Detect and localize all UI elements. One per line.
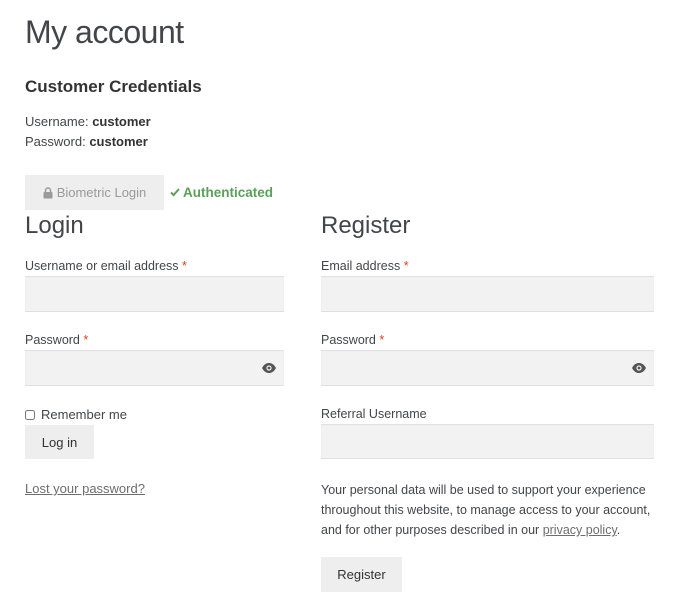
credentials-username-label: Username: <box>25 114 89 129</box>
credentials-password-label: Password: <box>25 134 86 149</box>
login-password-label: Password * <box>25 333 89 347</box>
credentials-username: Username: customer <box>25 114 151 129</box>
credentials-heading: Customer Credentials <box>25 77 202 96</box>
lost-password-link[interactable]: Lost your password? <box>25 481 145 496</box>
required-marker: * <box>403 259 409 273</box>
check-icon <box>170 185 180 200</box>
register-button[interactable]: Register <box>321 557 402 592</box>
authenticated-status-text: Authenticated <box>183 185 274 200</box>
login-button[interactable]: Log in <box>25 425 94 459</box>
biometric-login-label: Biometric Login <box>56 185 147 200</box>
required-marker: * <box>83 333 89 347</box>
eye-icon[interactable] <box>261 362 277 374</box>
eye-icon[interactable] <box>631 362 647 374</box>
biometric-login-button[interactable]: Biometric Login <box>25 175 164 210</box>
privacy-policy-link[interactable]: privacy policy <box>543 523 617 537</box>
referral-username-input[interactable] <box>321 424 654 459</box>
lock-icon <box>43 186 53 199</box>
authenticated-status: Authenticated <box>170 185 273 200</box>
remember-me-checkbox[interactable] <box>25 409 35 420</box>
login-heading: Login <box>25 212 84 239</box>
register-email-input[interactable] <box>321 276 654 312</box>
login-username-label: Username or email address * <box>25 259 187 273</box>
credentials-password-value: customer <box>89 134 148 149</box>
credentials-username-value: customer <box>92 114 151 129</box>
register-heading: Register <box>321 212 411 239</box>
credentials-password: Password: customer <box>25 134 148 149</box>
required-marker: * <box>182 259 187 273</box>
referral-username-label: Referral Username <box>321 407 427 421</box>
register-password-label: Password * <box>321 333 385 347</box>
login-password-input[interactable] <box>25 350 284 386</box>
required-marker: * <box>379 333 385 347</box>
privacy-notice: Your personal data will be used to suppo… <box>321 483 651 537</box>
page-title: My account <box>25 14 184 50</box>
remember-me[interactable]: Remember me <box>25 407 127 422</box>
login-username-input[interactable] <box>25 276 284 312</box>
register-email-label: Email address * <box>321 259 409 273</box>
register-password-input[interactable] <box>321 350 654 386</box>
remember-me-label: Remember me <box>41 407 127 422</box>
